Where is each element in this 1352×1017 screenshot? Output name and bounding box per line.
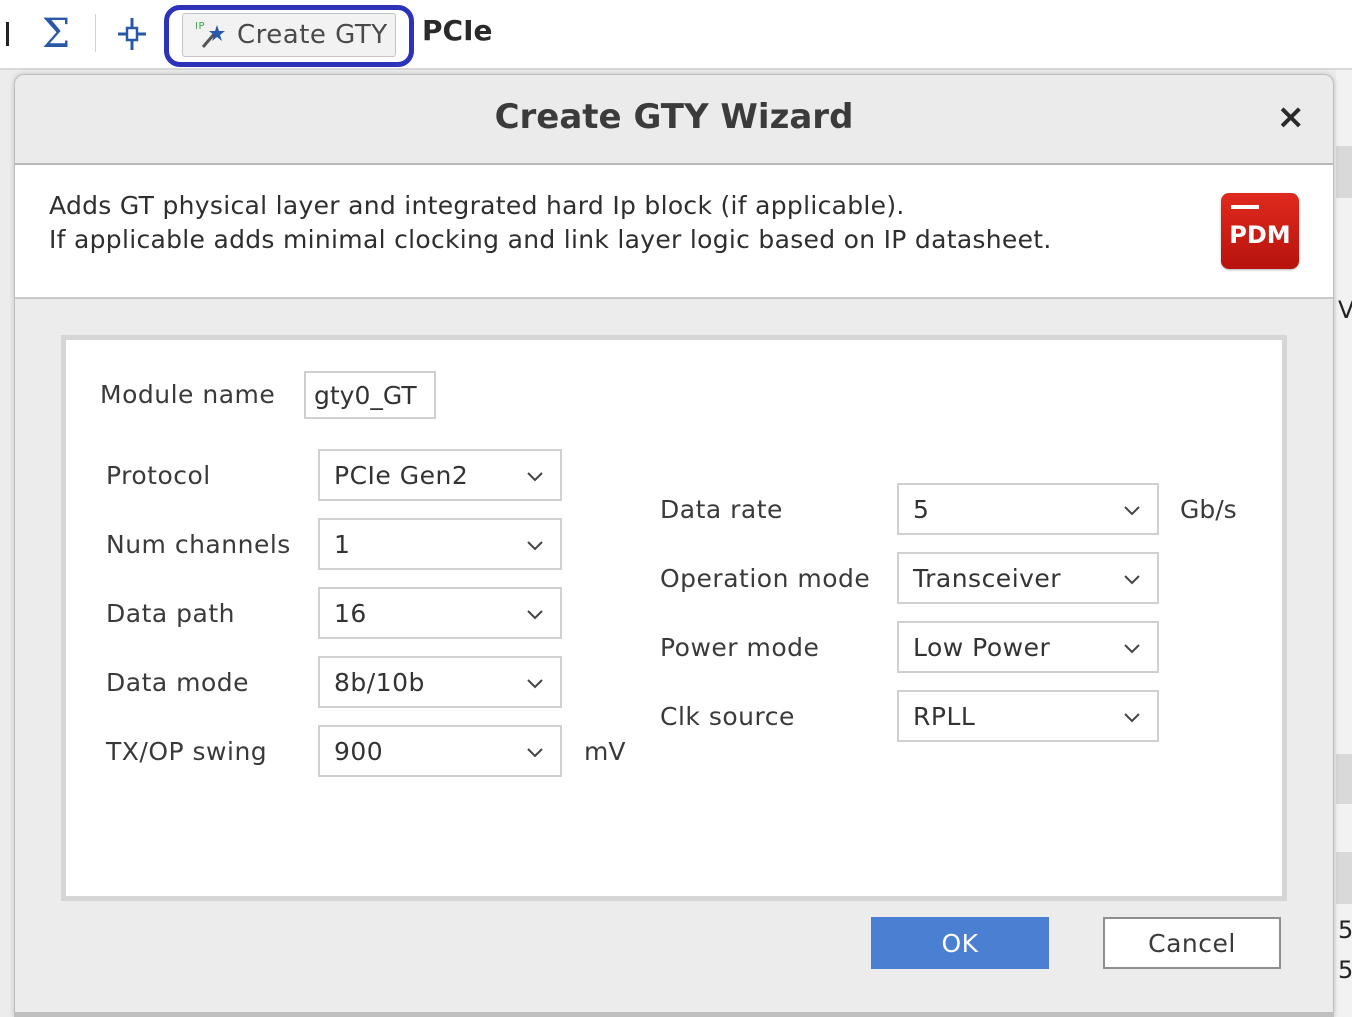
toolbar-edge-marker bbox=[6, 22, 9, 46]
toolbar-separator bbox=[95, 14, 96, 52]
tx-op-swing-unit: mV bbox=[584, 737, 626, 766]
settings-form: Module name gty0_GT Protocol PCIe Gen2 N… bbox=[61, 335, 1287, 901]
background-text: 5 bbox=[1338, 956, 1352, 984]
focus-highlight-ring bbox=[164, 5, 414, 67]
tx-op-swing-select[interactable]: 900 bbox=[318, 725, 562, 777]
background-text: 5 bbox=[1338, 916, 1352, 944]
protocol-select[interactable]: PCIe Gen2 bbox=[318, 449, 562, 501]
dialog-title: Create GTY Wizard bbox=[494, 97, 854, 137]
main-toolbar: Σ IP Create GTY PCIe bbox=[0, 0, 1352, 70]
data-path-label: Data path bbox=[106, 599, 235, 628]
chevron-down-icon bbox=[527, 679, 543, 689]
clk-source-select[interactable]: RPLL bbox=[897, 690, 1159, 742]
data-path-select[interactable]: 16 bbox=[318, 587, 562, 639]
background-header-strip bbox=[1336, 852, 1352, 904]
chevron-down-icon bbox=[1124, 644, 1140, 654]
description-panel: Adds GT physical layer and integrated ha… bbox=[15, 165, 1333, 299]
background-text: V bbox=[1338, 296, 1352, 324]
data-rate-value: 5 bbox=[913, 495, 930, 524]
chevron-down-icon bbox=[527, 541, 543, 551]
operation-mode-value: Transceiver bbox=[913, 564, 1062, 593]
chevron-down-icon bbox=[1124, 506, 1140, 516]
protocol-label: Protocol bbox=[106, 461, 211, 490]
pcie-toolbar-label[interactable]: PCIe bbox=[422, 14, 492, 47]
clk-source-value: RPLL bbox=[913, 702, 976, 731]
data-mode-label: Data mode bbox=[106, 668, 250, 697]
description-line-1: Adds GT physical layer and integrated ha… bbox=[49, 191, 905, 220]
module-name-input[interactable]: gty0_GT bbox=[304, 371, 436, 419]
create-gty-wizard-dialog: Create GTY Wizard × Adds GT physical lay… bbox=[14, 74, 1334, 1016]
background-header-strip bbox=[1336, 754, 1352, 804]
chevron-down-icon bbox=[527, 472, 543, 482]
power-mode-value: Low Power bbox=[913, 633, 1051, 662]
dialog-titlebar[interactable]: Create GTY Wizard × bbox=[15, 75, 1333, 165]
tx-op-swing-value: 900 bbox=[334, 737, 384, 766]
ok-button[interactable]: OK bbox=[871, 917, 1049, 969]
sigma-icon[interactable]: Σ bbox=[34, 10, 78, 58]
pdm-logo-text: PDM bbox=[1229, 221, 1291, 249]
protocol-value: PCIe Gen2 bbox=[334, 461, 469, 490]
add-node-icon[interactable] bbox=[110, 12, 154, 56]
num-channels-label: Num channels bbox=[106, 530, 291, 559]
background-header-strip bbox=[1336, 146, 1352, 198]
module-name-label: Module name bbox=[100, 380, 276, 409]
operation-mode-label: Operation mode bbox=[660, 564, 871, 593]
close-icon[interactable]: × bbox=[1277, 97, 1306, 137]
data-mode-value: 8b/10b bbox=[334, 668, 425, 697]
num-channels-select[interactable]: 1 bbox=[318, 518, 562, 570]
chevron-down-icon bbox=[527, 610, 543, 620]
data-rate-label: Data rate bbox=[660, 495, 783, 524]
data-rate-unit: Gb/s bbox=[1180, 495, 1237, 524]
chevron-down-icon bbox=[1124, 713, 1140, 723]
pdm-logo: PDM bbox=[1221, 193, 1299, 269]
data-path-value: 16 bbox=[334, 599, 367, 628]
operation-mode-select[interactable]: Transceiver bbox=[897, 552, 1159, 604]
num-channels-value: 1 bbox=[334, 530, 351, 559]
description-line-2: If applicable adds minimal clocking and … bbox=[49, 225, 1052, 254]
chevron-down-icon bbox=[527, 748, 543, 758]
clk-source-label: Clk source bbox=[660, 702, 795, 731]
chevron-down-icon bbox=[1124, 575, 1140, 585]
background-bottom-strip bbox=[14, 1012, 1334, 1017]
data-rate-select[interactable]: 5 bbox=[897, 483, 1159, 535]
power-mode-label: Power mode bbox=[660, 633, 820, 662]
cancel-button[interactable]: Cancel bbox=[1103, 917, 1281, 969]
data-mode-select[interactable]: 8b/10b bbox=[318, 656, 562, 708]
tx-op-swing-label: TX/OP swing bbox=[106, 737, 268, 766]
power-mode-select[interactable]: Low Power bbox=[897, 621, 1159, 673]
